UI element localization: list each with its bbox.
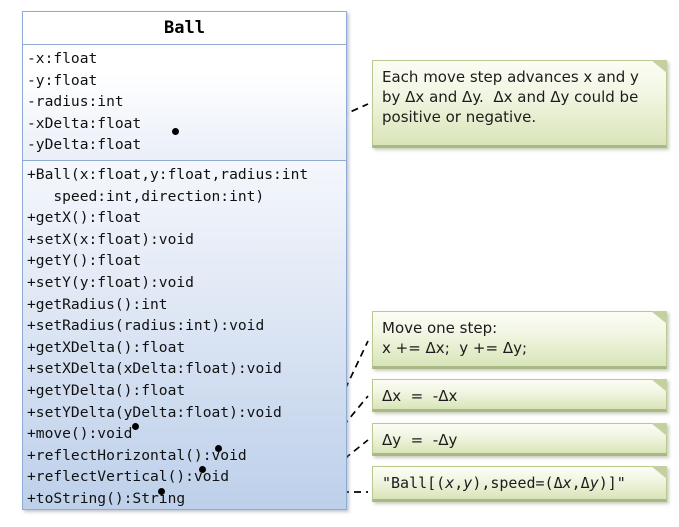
attribute-row: -x:float <box>27 50 98 67</box>
method-row: +getY():float <box>27 252 142 270</box>
note-text-line: positive or negative. <box>382 108 537 126</box>
method-row: +Ball(x:float,y:float,radius:int <box>27 166 309 183</box>
connector-dot-move <box>132 423 139 430</box>
method-row: +getX():float <box>27 209 142 227</box>
method-row: +setY(y:float):void <box>27 273 194 291</box>
note-move-semantics[interactable]: Each move step advances x and y by Δx an… <box>372 60 667 148</box>
note-text-line: Each move step advances x and y <box>382 68 639 86</box>
connector-dot-move-semantics <box>172 128 179 135</box>
method-row: +toString():String <box>27 489 186 507</box>
connector-dot-to-string <box>158 488 165 495</box>
note-text-line: by Δx and Δy. Δx and Δy could be <box>382 88 639 106</box>
tostring-var-dy: y <box>589 474 599 492</box>
connector-dot-reflect-horizontal <box>215 445 222 452</box>
attribute-row: -y:float <box>27 71 98 89</box>
connector-dot-reflect-vertical <box>199 466 206 473</box>
method-row: +getXDelta():float <box>27 338 186 356</box>
note-move-step[interactable]: Move one step: x += Δx; y += Δy; <box>372 311 667 369</box>
uml-class-ball[interactable]: Ball -x:float -y:float -radius:int -xDel… <box>22 11 347 510</box>
note-code-line: x += Δx; y += Δy; <box>382 339 528 357</box>
uml-class-diagram: Ball -x:float -y:float -radius:int -xDel… <box>0 0 679 527</box>
note-code-line: "Ball[(x,y),speed=(Δx,Δy)]" <box>382 473 658 493</box>
tostring-comma: , <box>454 474 464 492</box>
method-row: +setYDelta(yDelta:float):void <box>27 403 282 421</box>
class-methods-compartment: +Ball(x:float,y:float,radius:int speed:i… <box>23 161 346 509</box>
attribute-row: -radius:int <box>27 93 124 111</box>
tostring-var-dx: x <box>562 474 572 492</box>
class-name-title: Ball <box>23 12 346 45</box>
note-code-line: Δy = -Δy <box>382 431 458 449</box>
method-row: +reflectHorizontal():void <box>27 446 247 464</box>
method-row: +setRadius(radius:int):void <box>27 317 265 335</box>
tostring-var-y: y <box>463 474 473 492</box>
tostring-comma2: ,Δ <box>571 474 590 492</box>
tostring-suffix: )]" <box>598 474 626 492</box>
attribute-row: -xDelta:float <box>27 114 142 132</box>
class-attributes-compartment: -x:float -y:float -radius:int -xDelta:fl… <box>23 45 346 161</box>
method-row: +move():void <box>27 425 133 443</box>
note-text-line: Move one step: <box>382 319 498 337</box>
note-reflect-horizontal[interactable]: Δx = -Δx <box>372 379 667 412</box>
method-row: +setX(x:float):void <box>27 230 194 248</box>
method-row: +reflectVertical():void <box>27 468 230 486</box>
method-row: +getYDelta():float <box>27 381 186 399</box>
method-row: +setXDelta(xDelta:float):void <box>27 360 282 378</box>
method-row: +getRadius():int <box>27 295 168 313</box>
attribute-row: -yDelta:float <box>27 136 142 154</box>
note-to-string[interactable]: "Ball[(x,y),speed=(Δx,Δy)]" <box>372 466 667 502</box>
note-reflect-vertical[interactable]: Δy = -Δy <box>372 423 667 456</box>
tostring-var-x: x <box>445 474 455 492</box>
note-code-line: Δx = -Δx <box>382 387 458 405</box>
method-row-continuation: speed:int,direction:int) <box>53 187 265 205</box>
tostring-prefix: "Ball[( <box>382 474 446 492</box>
tostring-mid: ),speed=(Δ <box>472 474 563 492</box>
